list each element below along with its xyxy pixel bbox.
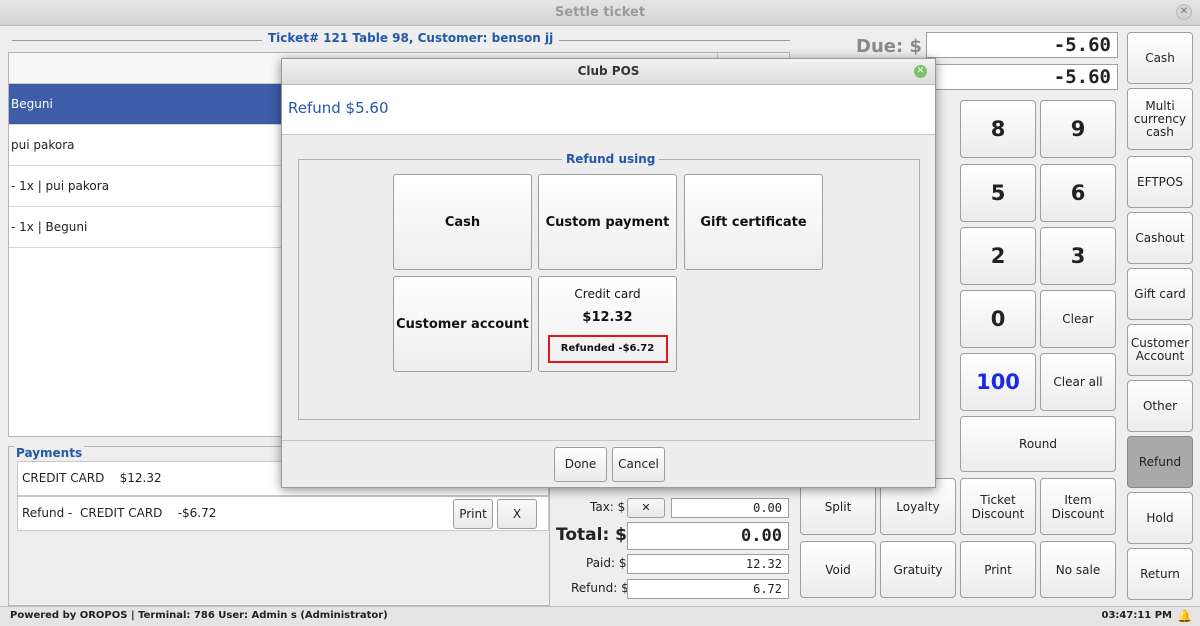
total-value: 0.00 — [627, 522, 789, 550]
due-value: -5.60 — [926, 32, 1118, 58]
status-info: Powered by OROPOS | Terminal: 786 User: … — [10, 610, 388, 621]
credit-card-title: Credit card — [574, 287, 641, 301]
gift-card-button[interactable]: Gift card — [1127, 268, 1193, 320]
keypad-clear-all-button[interactable]: Clear all — [1040, 353, 1116, 411]
total-label: Total: $ — [556, 525, 627, 545]
keypad-6[interactable]: 6 — [1040, 164, 1116, 222]
dialog-close-icon[interactable]: ✕ — [914, 65, 927, 78]
tax-exempt-button[interactable]: ✕ — [627, 498, 665, 518]
refund-gift-certificate-button[interactable]: Gift certificate — [684, 174, 823, 270]
bell-icon[interactable]: 🔔 — [1177, 607, 1192, 625]
hold-button[interactable]: Hold — [1127, 492, 1193, 544]
eftpos-button[interactable]: EFTPOS — [1127, 156, 1193, 208]
dialog-titlebar: Club POS ✕ — [282, 59, 935, 85]
credit-card-amount: $12.32 — [582, 310, 633, 325]
keypad-5[interactable]: 5 — [960, 164, 1036, 222]
refund-customer-account-button[interactable]: Customer account — [393, 276, 532, 372]
multi-currency-cash-button[interactable]: Multi currency cash — [1127, 88, 1193, 150]
print-button[interactable]: Print — [960, 541, 1036, 598]
ticket-header: Ticket# 121 Table 98, Customer: benson j… — [262, 31, 560, 45]
return-button[interactable]: Return — [1127, 548, 1193, 600]
refund-amount-title: Refund $5.60 — [288, 99, 389, 117]
payment-print-button[interactable]: Print — [453, 499, 493, 529]
tax-label: Tax: $ — [590, 500, 626, 514]
dialog-header: Refund $5.60 — [282, 85, 935, 135]
refund-value: 6.72 — [627, 579, 789, 599]
item-discount-button[interactable]: Item Discount — [1040, 478, 1116, 535]
keypad-0[interactable]: 0 — [960, 290, 1036, 348]
round-button[interactable]: Round — [960, 416, 1116, 472]
due-label: Due: $ — [856, 36, 922, 57]
refund-gift-certificate-label: Gift certificate — [700, 214, 807, 230]
customer-account-button[interactable]: Customer Account — [1127, 324, 1193, 376]
status-bar: Powered by OROPOS | Terminal: 786 User: … — [0, 606, 1200, 626]
dialog-title: Club POS — [577, 64, 640, 78]
credit-card-refunded-badge: Refunded -$6.72 — [547, 335, 668, 363]
refund-using-label: Refund using — [562, 152, 660, 166]
close-icon[interactable]: ✕ — [1176, 4, 1192, 20]
refund-custom-payment-button[interactable]: Custom payment — [538, 174, 677, 270]
keypad-100[interactable]: 100 — [960, 353, 1036, 411]
status-time: 03:47:11 PM — [1101, 610, 1172, 621]
refund-label: Refund: $ — [571, 581, 629, 595]
refund-customer-account-label: Customer account — [396, 316, 529, 332]
other-button[interactable]: Other — [1127, 380, 1193, 432]
tax-value: 0.00 — [671, 498, 789, 518]
keypad-8[interactable]: 8 — [960, 100, 1036, 158]
window-title: Settle ticket — [554, 5, 646, 20]
payments-label: Payments — [14, 446, 85, 460]
keypad-clear-button[interactable]: Clear — [1040, 290, 1116, 348]
refund-custom-payment-label: Custom payment — [545, 214, 670, 230]
refund-button[interactable]: Refund — [1127, 436, 1193, 488]
tender-amount-field[interactable]: -5.60 — [926, 64, 1118, 90]
refund-cash-label: Cash — [444, 214, 481, 230]
paid-label: Paid: $ — [586, 556, 627, 570]
keypad-2[interactable]: 2 — [960, 227, 1036, 285]
payment-row-text: CREDIT CARD $12.32 — [22, 471, 162, 485]
cancel-button[interactable]: Cancel — [612, 447, 665, 482]
cash-button[interactable]: Cash — [1127, 32, 1193, 84]
window-titlebar: Settle ticket ✕ — [0, 0, 1200, 26]
keypad-9[interactable]: 9 — [1040, 100, 1116, 158]
cashout-button[interactable]: Cashout — [1127, 212, 1193, 264]
payment-row-text: Refund - CREDIT CARD -$6.72 — [22, 506, 217, 520]
done-button[interactable]: Done — [554, 447, 607, 482]
keypad-3[interactable]: 3 — [1040, 227, 1116, 285]
refund-cash-button[interactable]: Cash — [393, 174, 532, 270]
payment-remove-button[interactable]: X — [497, 499, 537, 529]
refund-dialog: Club POS ✕ Refund $5.60 Refund using Cas… — [281, 58, 936, 488]
no-sale-button[interactable]: No sale — [1040, 541, 1116, 598]
ticket-discount-button[interactable]: Ticket Discount — [960, 478, 1036, 535]
refund-credit-card-button[interactable]: Credit card $12.32 Refunded -$6.72 — [538, 276, 677, 372]
dialog-footer-divider — [282, 440, 935, 441]
gratuity-button[interactable]: Gratuity — [880, 541, 956, 598]
void-button[interactable]: Void — [800, 541, 876, 598]
paid-value: 12.32 — [627, 554, 789, 574]
